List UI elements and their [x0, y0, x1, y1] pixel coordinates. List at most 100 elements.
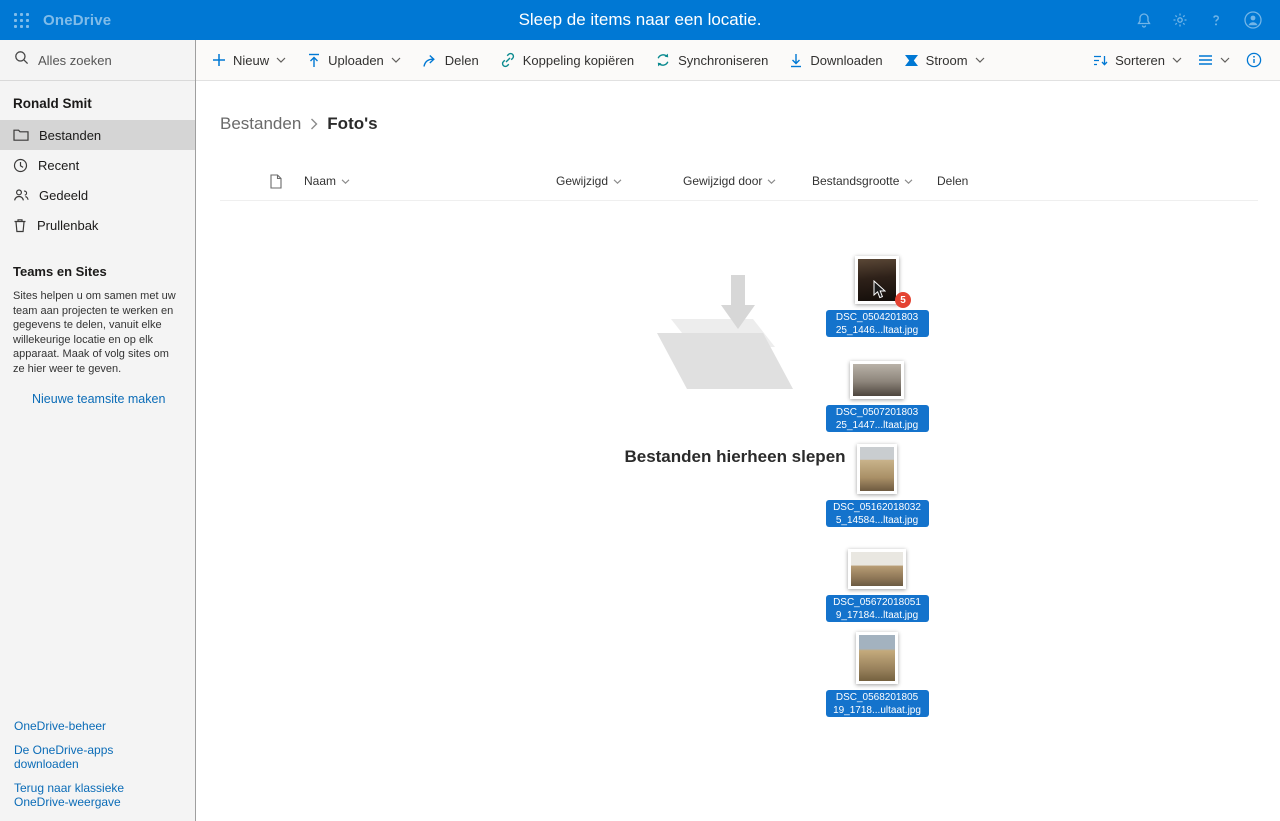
onedrive-admin-link[interactable]: OneDrive-beheer [14, 719, 154, 734]
flow-button[interactable]: Stroom [904, 53, 985, 68]
drag-status-message: Sleep de items naar een locatie. [518, 10, 762, 29]
sidebar-item-gedeeld[interactable]: Gedeeld [0, 180, 195, 210]
chevron-down-icon [975, 57, 985, 63]
chevron-down-icon [905, 178, 913, 184]
people-icon [13, 188, 29, 202]
app-title[interactable]: OneDrive [43, 12, 111, 29]
photo-thumbnail[interactable] [850, 361, 904, 399]
chevron-down-icon [613, 178, 622, 184]
chevron-down-icon [767, 178, 776, 184]
sort-button-label: Sorteren [1115, 52, 1165, 68]
view-options-button[interactable] [1198, 54, 1230, 66]
chevron-down-icon [276, 57, 286, 63]
sidebar-footer-links: OneDrive-beheer De OneDrive-apps downloa… [14, 719, 154, 810]
sidebar-item-label: Prullenbak [37, 217, 99, 233]
breadcrumb-fotos[interactable]: Foto's [327, 114, 377, 134]
dragged-file[interactable]: DSC_0568201805 19_1718...ultaat.jpg [825, 632, 929, 728]
download-button[interactable]: Downloaden [789, 52, 883, 68]
dragged-file[interactable]: DSC_0507201803 25_1447...ltaat.jpg [825, 348, 929, 443]
mouse-cursor-icon [873, 280, 886, 299]
view-options-icon [1198, 54, 1213, 66]
chevron-down-icon [1172, 57, 1182, 63]
sort-button[interactable]: Sorteren [1093, 53, 1182, 68]
breadcrumb-bestanden[interactable]: Bestanden [220, 114, 301, 134]
plus-icon [212, 53, 226, 67]
info-icon [1246, 52, 1262, 68]
dragged-file[interactable]: 5 DSC_0504201803 25_1446...ltaat.jpg [825, 253, 929, 348]
file-type-column-icon[interactable] [270, 174, 282, 189]
sidebar-item-label: Bestanden [39, 127, 102, 143]
header-divider [220, 200, 1258, 201]
sidebar-item-label: Gedeeld [39, 187, 89, 203]
topbar: OneDrive Sleep de items naar een locatie… [0, 0, 1280, 40]
chevron-down-icon [341, 178, 350, 184]
sidebar-item-bestanden[interactable]: Bestanden [0, 120, 195, 150]
get-onedrive-apps-link[interactable]: De OneDrive-apps downloaden [14, 743, 154, 771]
sidebar: Ronald Smit Bestanden Recent Gedeeld [0, 40, 196, 821]
dragged-file-name[interactable]: DSC_05672018051 9_17184...ltaat.jpg [825, 595, 929, 622]
file-list-header: Naam Gewijzigd Gewijzigd door Bestandsgr… [196, 174, 1280, 196]
chevron-down-icon [1220, 57, 1230, 63]
sort-icon [1093, 54, 1108, 67]
classic-onedrive-link[interactable]: Terug naar klassieke OneDrive-weergave [14, 781, 154, 809]
sidebar-item-recent[interactable]: Recent [0, 150, 195, 180]
photo-thumbnail[interactable] [848, 549, 906, 589]
dragged-file[interactable]: DSC_05672018051 9_17184...ltaat.jpg [825, 538, 929, 633]
search-input[interactable] [38, 52, 178, 68]
dragged-files-stack: 5 DSC_0504201803 25_1446...ltaat.jpg DSC… [825, 253, 929, 728]
notifications-bell-icon[interactable] [1136, 12, 1152, 28]
app-launcher-waffle-icon[interactable] [14, 12, 29, 28]
sidebar-item-label: Recent [38, 157, 80, 173]
photo-thumbnail[interactable] [857, 444, 897, 494]
sync-button[interactable]: Synchroniseren [655, 52, 768, 68]
breadcrumb: Bestanden Foto's [220, 114, 378, 134]
sidebar-item-prullenbak[interactable]: Prullenbak [0, 210, 195, 240]
search-icon [14, 50, 29, 70]
dragged-file-name[interactable]: DSC_0507201803 25_1447...ltaat.jpg [825, 405, 929, 432]
new-button[interactable]: Nieuw [212, 53, 286, 68]
flow-icon [904, 54, 919, 67]
upload-button-label: Uploaden [328, 52, 384, 68]
dragged-file-name[interactable]: DSC_0504201803 25_1446...ltaat.jpg [825, 310, 929, 337]
dragged-file-name[interactable]: DSC_05162018032 5_14584...ltaat.jpg [825, 500, 929, 527]
chevron-down-icon [391, 57, 401, 63]
dragged-file-name[interactable]: DSC_0568201805 19_1718...ultaat.jpg [825, 690, 929, 717]
sidebar-nav: Bestanden Recent Gedeeld Prullenbak [0, 120, 195, 240]
dragged-file[interactable]: DSC_05162018032 5_14584...ltaat.jpg [825, 443, 929, 538]
column-header-gewijzigd[interactable]: Gewijzigd [556, 174, 622, 188]
drop-here-text: Bestanden hierheen slepen [624, 447, 846, 466]
column-header-gewijzigd-door[interactable]: Gewijzigd door [683, 174, 776, 188]
chevron-right-icon [311, 118, 318, 130]
column-header-delen[interactable]: Delen [937, 174, 968, 188]
new-teamsite-link[interactable]: Nieuwe teamsite maken [0, 376, 195, 406]
sync-icon [655, 52, 671, 68]
main-area: Nieuw Uploaden Delen Koppeling kopiëren … [196, 40, 1280, 821]
sync-button-label: Synchroniseren [678, 52, 769, 68]
info-pane-button[interactable] [1246, 52, 1262, 68]
column-header-bestandsgrootte[interactable]: Bestandsgrootte [812, 174, 913, 188]
share-icon [422, 53, 438, 68]
command-bar: Nieuw Uploaden Delen Koppeling kopiëren … [196, 40, 1280, 81]
download-button-label: Downloaden [810, 52, 883, 68]
trash-icon [13, 218, 27, 233]
upload-icon [307, 53, 321, 68]
copy-link-button[interactable]: Koppeling kopiëren [500, 52, 634, 68]
clock-icon [13, 158, 28, 173]
column-header-naam[interactable]: Naam [304, 174, 350, 188]
search-box[interactable] [0, 40, 195, 81]
help-icon[interactable] [1208, 12, 1224, 28]
flow-button-label: Stroom [925, 52, 968, 68]
share-button[interactable]: Delen [422, 53, 479, 68]
link-icon [500, 52, 516, 68]
folder-icon [13, 128, 29, 142]
drop-target-folder-graphic[interactable] [641, 261, 801, 401]
settings-gear-icon[interactable] [1172, 12, 1188, 28]
account-avatar-icon[interactable] [1244, 11, 1262, 29]
teams-sites-heading: Teams en Sites [13, 264, 107, 279]
file-browser-content: Bestanden Foto's Naam Gewijzigd Gewijzig… [196, 81, 1280, 821]
share-button-label: Delen [444, 52, 479, 68]
upload-button[interactable]: Uploaden [307, 53, 401, 68]
new-button-label: Nieuw [233, 52, 270, 68]
photo-thumbnail[interactable] [856, 632, 898, 684]
teams-sites-description: Sites helpen u om samen met uw team aan … [13, 290, 176, 375]
